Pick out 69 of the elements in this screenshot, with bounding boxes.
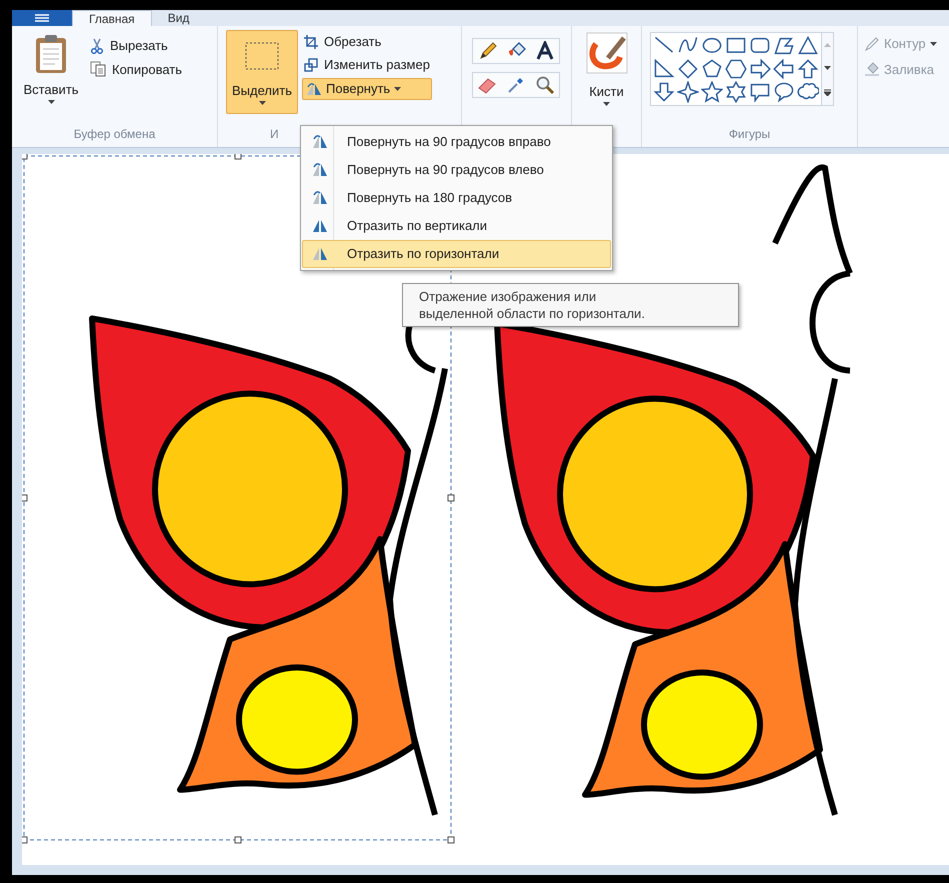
four-point-star-shape-icon[interactable] <box>677 81 699 103</box>
right-arrow-shape-icon[interactable] <box>749 58 771 80</box>
menu-item[interactable]: Повернуть на 90 градусов вправо <box>302 128 611 156</box>
pentagon-shape-icon[interactable] <box>701 58 723 80</box>
caret-icon <box>930 42 937 46</box>
resize-handle <box>234 154 242 160</box>
group-label: И <box>270 126 279 143</box>
six-point-star-shape-icon[interactable] <box>725 81 747 103</box>
crop-button[interactable]: Обрезать <box>302 32 432 52</box>
caret-icon <box>258 100 266 104</box>
group-label: Буфер обмена <box>72 126 156 143</box>
menu-item[interactable]: Повернуть на 90 градусов влево <box>302 156 611 184</box>
polygon-shape-icon[interactable] <box>773 35 795 57</box>
rotate-button[interactable]: Повернуть <box>302 78 432 100</box>
menu-item[interactable]: Отразить по горизонтали <box>302 240 611 268</box>
tooltip: Отражение изображения или выделенной области по горизонтали. <box>402 283 739 327</box>
resize-handle <box>448 494 454 502</box>
rotate-icon <box>311 134 329 150</box>
expand-gallery-icon[interactable] <box>824 88 831 96</box>
caret-icon <box>603 102 610 106</box>
resize-handle <box>22 154 28 160</box>
rotate-icon <box>311 162 329 178</box>
ribbon-tab[interactable]: Вид <box>152 10 206 26</box>
brush-icon <box>586 32 628 74</box>
ribbon-tab[interactable]: Главная <box>72 10 152 26</box>
pencil-icon <box>864 36 880 52</box>
left-arrow-shape-icon[interactable] <box>773 58 795 80</box>
rotate-icon <box>306 82 322 96</box>
scroll-down-icon[interactable] <box>824 66 831 70</box>
diamond-shape-icon[interactable] <box>677 58 699 80</box>
right-triangle-shape-icon[interactable] <box>653 58 675 80</box>
resize-handle <box>448 836 454 844</box>
file-menu-button[interactable] <box>12 10 72 26</box>
resize-icon <box>304 58 318 72</box>
color-picker-icon[interactable] <box>506 75 526 95</box>
fill-bucket-icon <box>864 61 880 78</box>
resize-handle <box>22 494 28 502</box>
triangle-shape-icon[interactable] <box>797 35 819 57</box>
copy-icon <box>90 61 106 78</box>
down-arrow-shape-icon[interactable] <box>653 81 675 103</box>
hexagon-shape-icon[interactable] <box>725 58 747 80</box>
copy-button[interactable]: Копировать <box>90 60 182 79</box>
rotate-icon <box>311 218 329 234</box>
caret-icon <box>48 100 54 104</box>
text-tool-icon[interactable] <box>536 41 554 61</box>
caret-icon <box>394 87 402 91</box>
menu-icon <box>35 14 49 22</box>
clipboard-icon <box>34 34 68 74</box>
crop-icon <box>304 35 318 49</box>
resize-handle <box>234 836 242 844</box>
star-shape-icon[interactable] <box>701 81 723 103</box>
select-button[interactable]: Выделить <box>226 30 298 114</box>
rotate-icon <box>311 190 329 206</box>
resize-handle <box>22 836 28 844</box>
group-label: Фигуры <box>728 126 772 143</box>
rotate-icon <box>311 246 329 262</box>
menu-item[interactable]: Повернуть на 180 градусов <box>302 184 611 212</box>
callout-shape-icon[interactable] <box>749 81 771 103</box>
scissors-icon <box>90 38 104 54</box>
up-arrow-shape-icon[interactable] <box>797 58 819 80</box>
resize-button[interactable]: Изменить размер <box>302 55 432 75</box>
oval-callout-shape-icon[interactable] <box>773 81 795 103</box>
cut-button[interactable]: Вырезать <box>90 36 182 56</box>
menu-item[interactable]: Отразить по вертикали <box>302 212 611 240</box>
paste-button[interactable]: Вставить <box>18 34 84 125</box>
pencil-icon[interactable] <box>478 41 498 61</box>
canvas[interactable] <box>22 154 949 865</box>
magnifier-icon[interactable] <box>534 75 555 95</box>
brushes-button[interactable]: Кисти <box>572 26 641 106</box>
